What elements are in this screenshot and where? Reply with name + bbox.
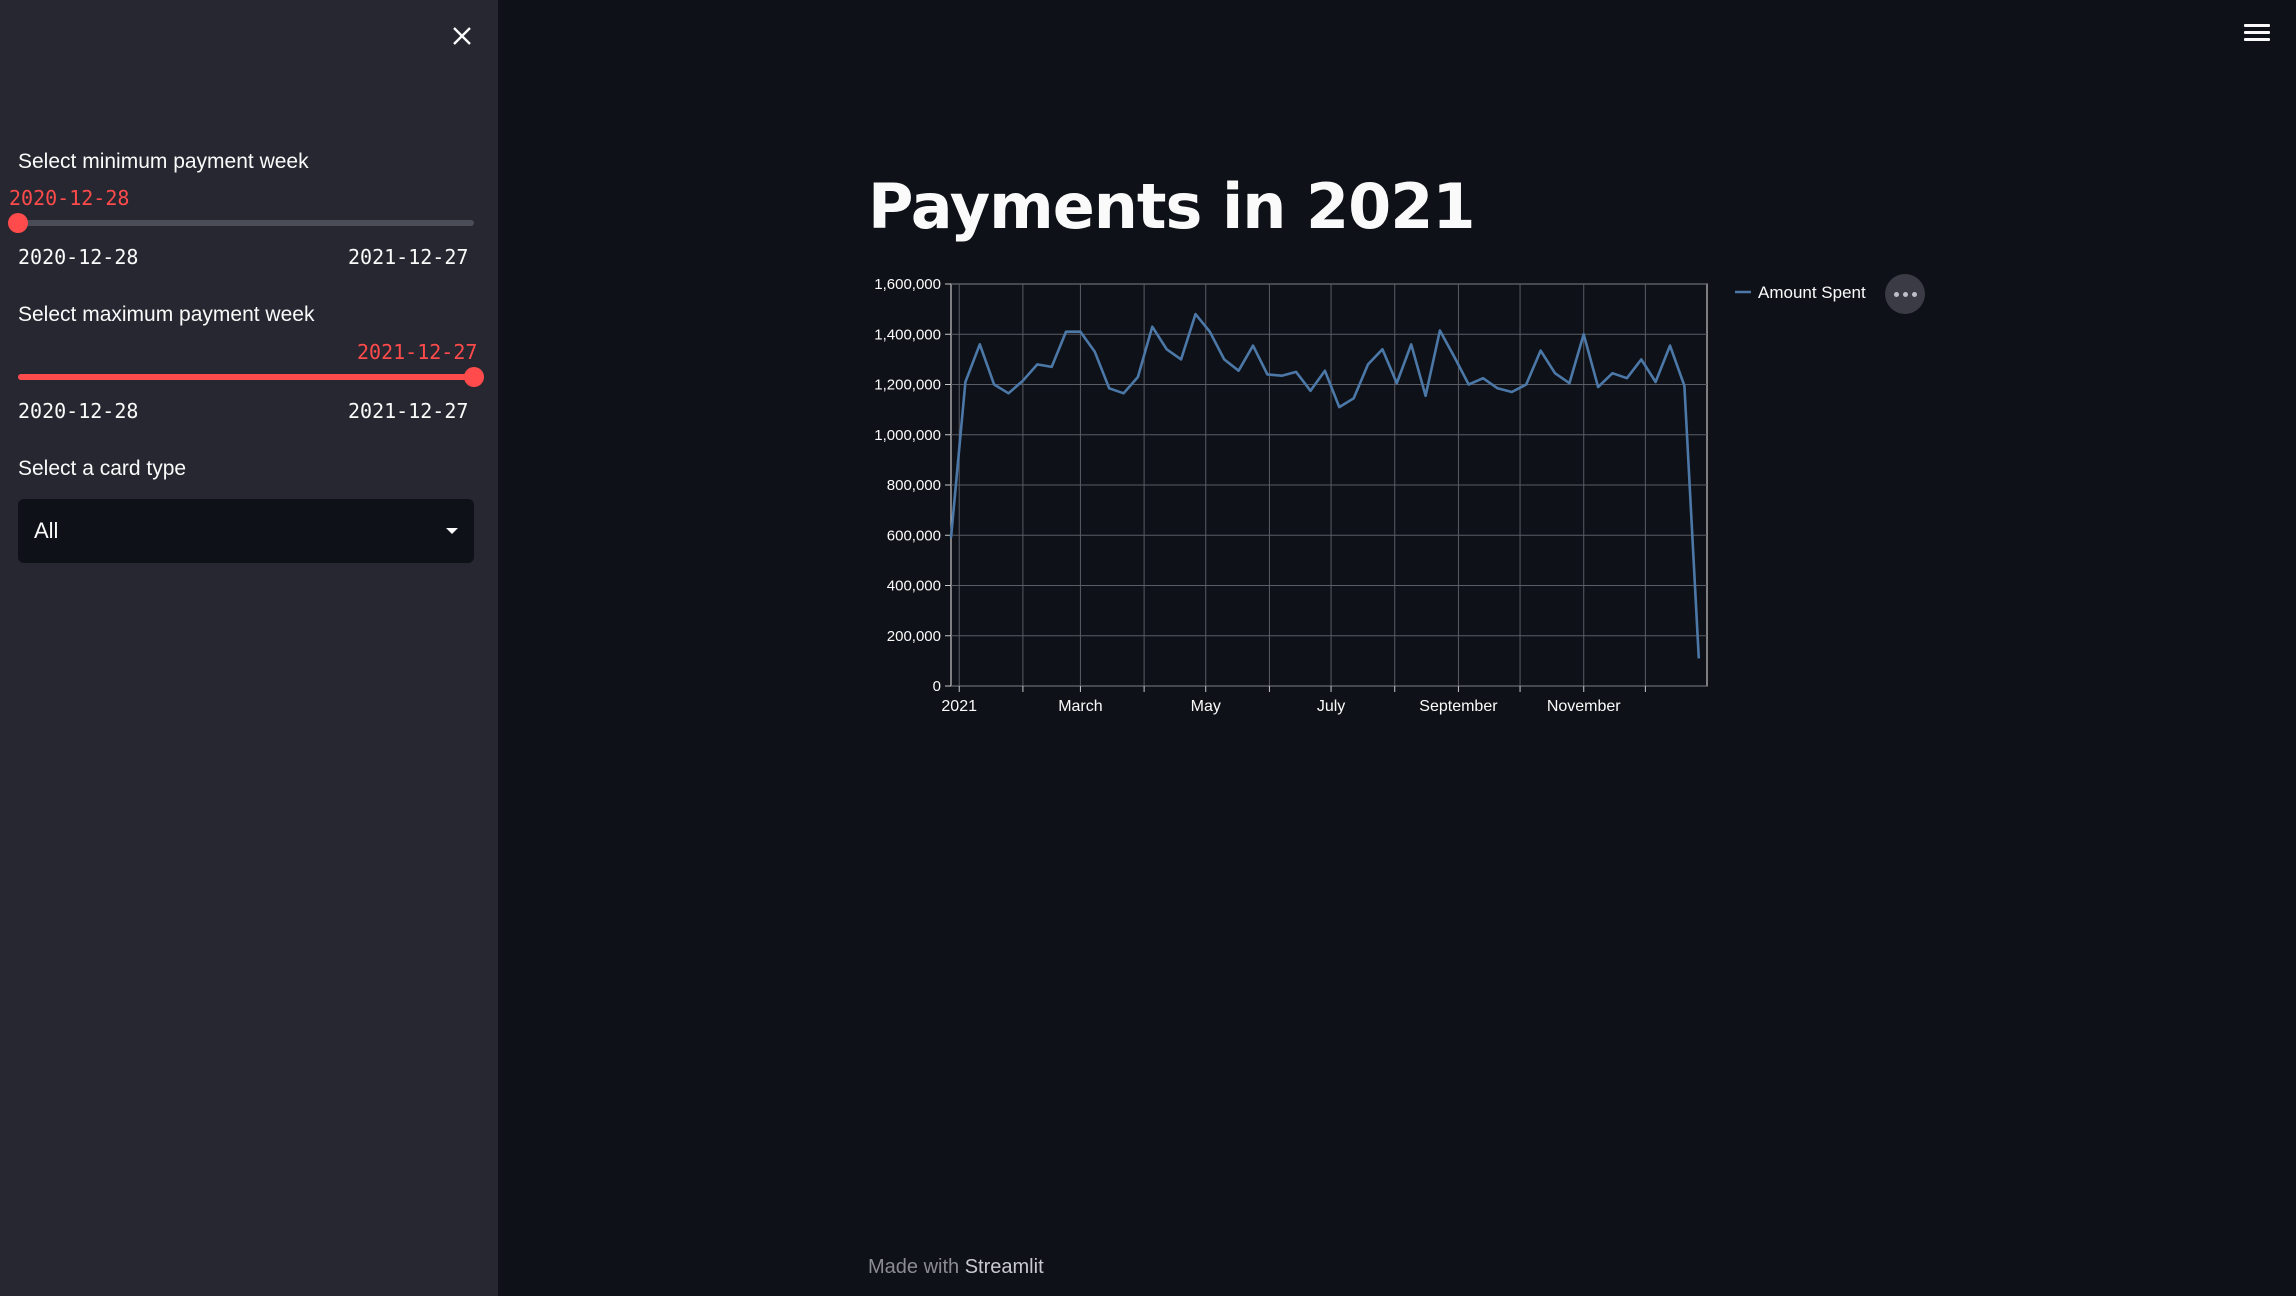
max-week-label: Select maximum payment week: [18, 303, 315, 326]
max-week-slider-fill: [18, 374, 474, 380]
x-tick-label: 2021: [941, 698, 977, 715]
y-tick-label: 1,400,000: [874, 326, 941, 343]
y-tick-label: 800,000: [887, 477, 941, 494]
y-tick-label: 600,000: [887, 527, 941, 544]
y-tick-label: 400,000: [887, 578, 941, 595]
x-tick-label: May: [1191, 698, 1221, 715]
series-line-amount-spent: [949, 312, 1701, 659]
chevron-down-icon: [446, 528, 458, 534]
more-options-icon-dot: [1902, 291, 1908, 297]
more-options-icon: [1893, 291, 1899, 297]
max-week-range-max: 2021-12-27: [348, 399, 469, 423]
min-week-label: Select minimum payment week: [18, 150, 309, 173]
footer-prefix: Made with: [868, 1256, 965, 1278]
max-week-range-min: 2020-12-28: [18, 399, 139, 423]
card-type-select[interactable]: All: [18, 499, 474, 563]
max-week-slider-thumb[interactable]: [464, 367, 484, 387]
line-chart[interactable]: 0 200,000 400,000 600,000 800,000 1,000,000 1,…: [860, 270, 1880, 730]
min-week-slider-track[interactable]: [8, 213, 474, 233]
close-sidebar-button[interactable]: [444, 18, 480, 54]
card-type-label: Select a card type: [18, 457, 187, 480]
x-tick-label: November: [1547, 698, 1621, 715]
min-week-range-max: 2021-12-27: [348, 245, 469, 269]
page-title: Payments in 2021: [868, 170, 1476, 243]
min-week-range-min: 2020-12-28: [18, 245, 139, 269]
chart-container: 0 200,000 400,000 600,000 800,000 1,000,000 1,…: [860, 270, 1880, 735]
footer-streamlit-link[interactable]: Streamlit: [965, 1256, 1044, 1278]
y-tick-label: 1,200,000: [874, 377, 941, 394]
max-week-current-value: 2021-12-27: [357, 340, 478, 364]
sidebar: Select minimum payment week 2020-12-28 2…: [0, 0, 498, 1296]
card-type-selected-value: All: [34, 518, 59, 543]
max-week-slider-track[interactable]: [18, 367, 484, 387]
close-icon: [453, 27, 471, 45]
footer: Made with Streamlit: [868, 1256, 1044, 1279]
legend-label-amount-spent: Amount Spent: [1758, 283, 1866, 302]
y-tick-label: 0: [933, 678, 941, 695]
y-tick-label: 200,000: [887, 628, 941, 645]
y-tick-label: 1,000,000: [874, 427, 941, 444]
hamburger-menu-icon: [2244, 24, 2270, 27]
main-menu-button[interactable]: [2244, 24, 2270, 44]
hamburger-menu-icon-bar: [2244, 31, 2270, 34]
min-week-slider-thumb[interactable]: [8, 213, 28, 233]
y-tick-label: 1,600,000: [874, 276, 941, 293]
min-week-current-value: 2020-12-28: [9, 186, 130, 210]
x-tick-label: March: [1058, 698, 1102, 715]
x-tick-label: September: [1419, 698, 1498, 715]
hamburger-menu-icon-bar: [2244, 38, 2270, 41]
x-tick-label: July: [1317, 698, 1345, 715]
more-options-icon-dot: [1911, 291, 1917, 297]
chart-actions-button[interactable]: [1885, 274, 1925, 314]
